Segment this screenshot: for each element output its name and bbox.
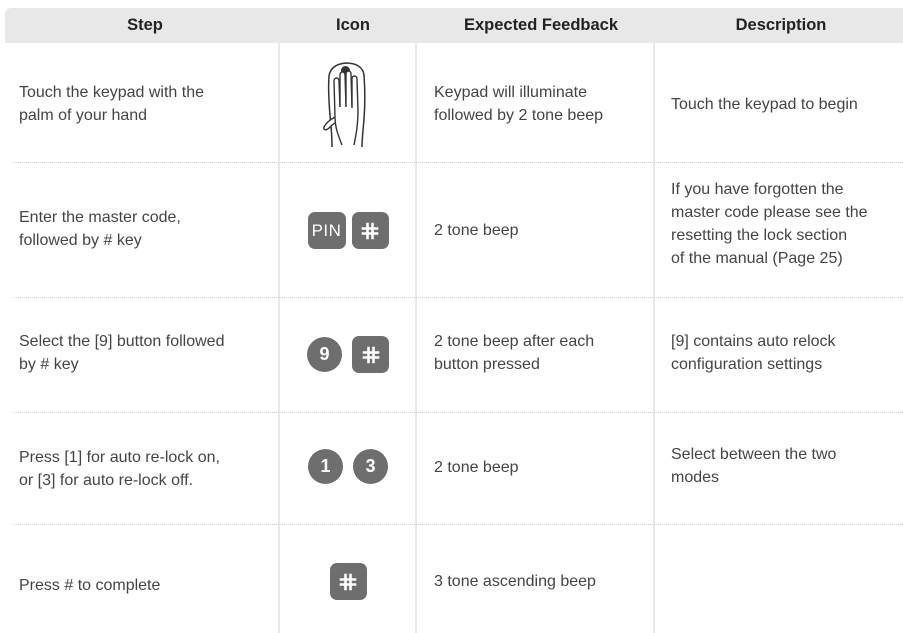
pin-key-label: PIN: [311, 220, 342, 240]
step-line: Press # to complete: [19, 577, 161, 594]
header-step: Step: [127, 16, 163, 34]
header-icon: Icon: [336, 16, 370, 34]
hash-glyph: [339, 573, 357, 590]
step-cell: Press [1] for auto re-lock on, or [3] fo…: [19, 446, 274, 492]
step-cell: Enter the master code, followed by # key: [19, 206, 274, 252]
description-line: If you have forgotten the: [671, 181, 844, 198]
hash-glyph: [362, 346, 379, 363]
description-cell: Touch the keypad to begin: [671, 93, 901, 116]
feedback-line: 3 tone ascending beep: [434, 573, 596, 590]
feedback-cell: 3 tone ascending beep: [434, 570, 649, 593]
icon-cell: 1 3: [283, 449, 413, 484]
step-cell: Press # to complete: [19, 574, 274, 597]
feedback-line: Keypad will illuminate: [434, 84, 587, 101]
pin-key-icon: PIN: [307, 212, 346, 249]
feedback-cell: 2 tone beep: [434, 219, 649, 242]
description-line: Select between the two: [671, 446, 837, 463]
description-line: [9] contains auto relock: [671, 333, 836, 350]
description-line: resetting the lock section: [671, 227, 848, 244]
step-cell: Select the [9] button followed by # key: [19, 330, 274, 376]
key-3-label: 3: [365, 456, 376, 476]
key-9-icon: 9: [307, 337, 342, 372]
header-expected-feedback: Expected Feedback: [463, 16, 619, 34]
column-divider: [653, 43, 655, 633]
hash-key-icon: [351, 212, 389, 249]
step-line: by # key: [19, 356, 79, 373]
icon-cell: [283, 563, 413, 600]
feedback-cell: 2 tone beep: [434, 456, 649, 479]
row-separator: [14, 524, 903, 525]
description-line: modes: [671, 469, 720, 486]
feedback-cell: Keypad will illuminate followed by 2 ton…: [434, 81, 649, 127]
key-1-label: 1: [320, 456, 331, 476]
icon-cell: [283, 60, 413, 150]
feedback-line: button pressed: [434, 356, 540, 373]
feedback-line: 2 tone beep after each: [434, 333, 595, 350]
description-line: configuration settings: [671, 356, 823, 373]
description-line: master code please see the: [671, 204, 868, 221]
key-1-icon: 1: [308, 449, 343, 484]
hand-palm-icon: [323, 62, 366, 148]
description-cell: If you have forgotten the master code pl…: [671, 178, 901, 270]
description-line: Touch the keypad to begin: [671, 96, 858, 113]
row-separator: [14, 412, 903, 413]
hash-key-icon: [329, 563, 367, 600]
hash-glyph: [361, 222, 379, 239]
step-line: followed by # key: [19, 232, 142, 249]
feedback-cell: 2 tone beep after each button pressed: [434, 330, 649, 376]
key-3-icon: 3: [353, 449, 388, 484]
step-line: Press [1] for auto re-lock on,: [19, 449, 220, 466]
hash-key-icon: [352, 336, 389, 373]
icon-cell: 9: [283, 336, 413, 373]
row-separator: [14, 297, 903, 298]
key-9-label: 9: [319, 344, 330, 364]
description-cell: Select between the two modes: [671, 443, 901, 489]
header-description: Description: [735, 16, 827, 34]
step-line: Touch the keypad with the: [19, 84, 205, 101]
step-line: or [3] for auto re-lock off.: [19, 472, 194, 489]
step-line: Enter the master code,: [19, 209, 181, 226]
feedback-line: followed by 2 tone beep: [434, 107, 604, 124]
column-divider: [278, 43, 280, 633]
feedback-line: 2 tone beep: [434, 222, 519, 239]
table-header: Step Icon Expected Feedback Description: [5, 8, 903, 43]
column-divider: [415, 43, 417, 633]
step-line: Select the [9] button followed: [19, 333, 225, 350]
feedback-line: 2 tone beep: [434, 459, 519, 476]
step-cell: Touch the keypad with the palm of your h…: [19, 81, 274, 127]
step-line: palm of your hand: [19, 107, 148, 124]
description-line: of the manual (Page 25): [671, 250, 843, 267]
description-cell: [9] contains auto relock configuration s…: [671, 330, 901, 376]
row-separator: [14, 162, 903, 163]
icon-cell: PIN: [283, 212, 413, 249]
